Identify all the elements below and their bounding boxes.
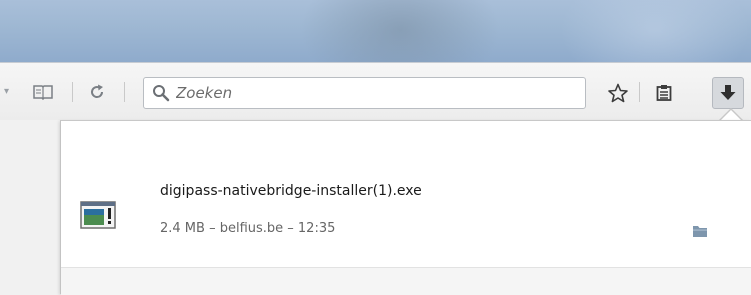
- download-item[interactable]: digipass-nativebridge-installer(1).exe 2…: [61, 121, 751, 266]
- executable-file-icon: [80, 197, 116, 233]
- downloads-panel-footer[interactable]: [61, 268, 751, 295]
- download-status: 2.4 MB – belfius.be – 12:35: [160, 221, 336, 236]
- reading-list-icon[interactable]: [648, 77, 680, 109]
- reload-icon[interactable]: [84, 80, 110, 104]
- open-folder-icon[interactable]: [689, 223, 711, 239]
- download-filename: digipass-nativebridge-installer(1).exe: [160, 183, 422, 199]
- url-dropdown-stub-icon[interactable]: ▾: [0, 80, 14, 104]
- reader-view-icon[interactable]: [30, 80, 56, 104]
- titlebar-blur-shape: [300, 0, 500, 62]
- navigation-toolbar: ▾: [0, 62, 751, 120]
- search-box[interactable]: [143, 77, 586, 109]
- toolbar-separator: [72, 82, 73, 102]
- downloads-panel: digipass-nativebridge-installer(1).exe 2…: [60, 120, 751, 295]
- toolbar-separator: [124, 82, 125, 102]
- bookmark-star-icon[interactable]: [602, 77, 634, 109]
- search-input[interactable]: [176, 84, 556, 102]
- downloads-arrow-icon[interactable]: [712, 77, 744, 109]
- titlebar-blur-shape: [560, 0, 750, 62]
- window-titlebar: [0, 0, 751, 62]
- toolbar-separator: [639, 82, 640, 102]
- search-icon: [153, 85, 170, 102]
